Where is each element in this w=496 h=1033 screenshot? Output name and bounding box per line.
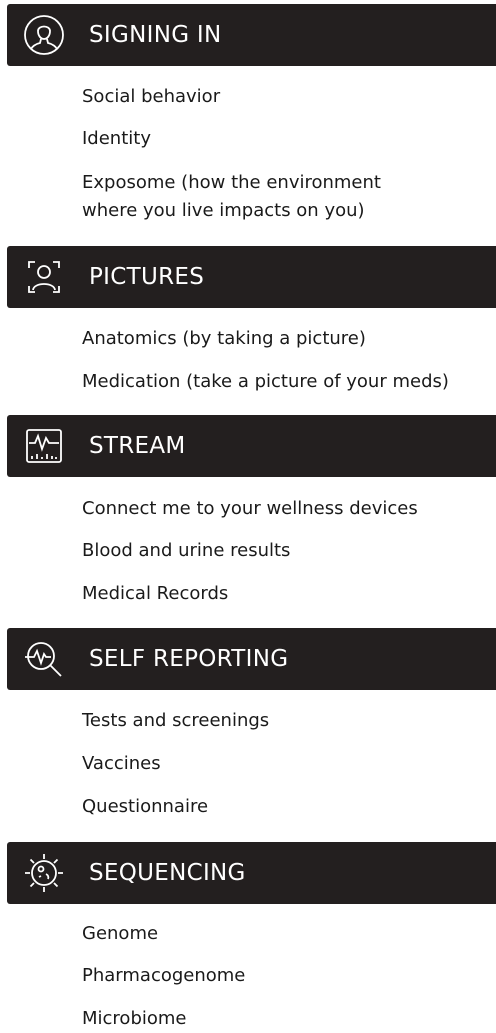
list-item-tests-screenings[interactable]: Tests and screenings: [82, 707, 269, 735]
list-item-anatomics[interactable]: Anatomics (by taking a picture): [82, 325, 366, 353]
list-item-social-behavior[interactable]: Social behavior: [82, 83, 220, 111]
list-item-exposome-line1: Exposome (how the environment: [82, 172, 381, 193]
face-scan-icon: [21, 254, 67, 300]
list-item-identity[interactable]: Identity: [82, 125, 151, 153]
list-item-questionnaire[interactable]: Questionnaire: [82, 793, 208, 821]
section-header-pictures[interactable]: PICTURES: [7, 246, 496, 308]
list-item-medical-records[interactable]: Medical Records: [82, 580, 228, 608]
list-item-exposome[interactable]: Exposome (how the environment where you …: [82, 169, 381, 225]
section-title: SIGNING IN: [89, 22, 222, 48]
section-title: STREAM: [89, 433, 186, 459]
magnifier-pulse-icon: [21, 636, 67, 682]
list-item-exposome-line2: where you live impacts on you): [82, 200, 365, 221]
section-header-self-reporting[interactable]: SELF REPORTING: [7, 628, 496, 690]
list-item-genome[interactable]: Genome: [82, 920, 158, 948]
heart-rate-monitor-icon: [21, 423, 67, 469]
section-header-stream[interactable]: STREAM: [7, 415, 496, 477]
cell-target-icon: [21, 850, 67, 896]
list-item-blood-urine[interactable]: Blood and urine results: [82, 537, 290, 565]
section-title: SELF REPORTING: [89, 646, 289, 672]
section-header-sequencing[interactable]: SEQUENCING: [7, 842, 496, 904]
section-header-signing-in[interactable]: SIGNING IN: [7, 4, 496, 66]
person-circle-icon: [21, 12, 67, 58]
list-item-wellness-devices[interactable]: Connect me to your wellness devices: [82, 495, 418, 523]
list-item-medication[interactable]: Medication (take a picture of your meds): [82, 368, 449, 396]
section-title: PICTURES: [89, 264, 205, 290]
section-title: SEQUENCING: [89, 860, 246, 886]
list-item-vaccines[interactable]: Vaccines: [82, 750, 161, 778]
list-item-pharmacogenome[interactable]: Pharmacogenome: [82, 962, 245, 990]
